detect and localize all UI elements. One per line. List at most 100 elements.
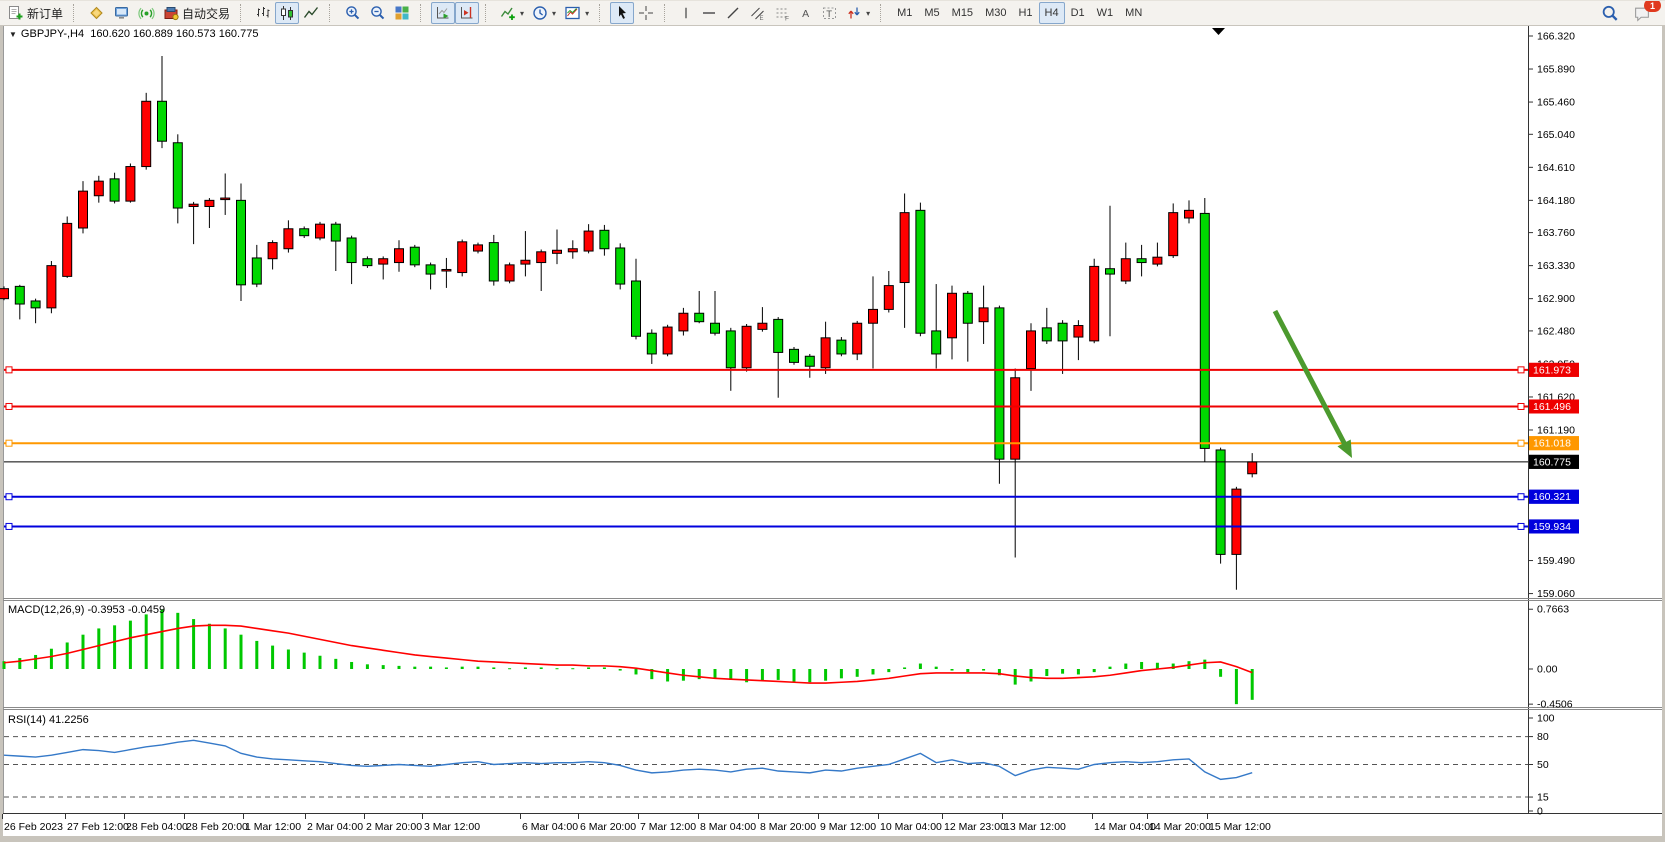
candle-body — [395, 249, 404, 263]
candle-body — [379, 259, 388, 264]
candle-body — [1153, 257, 1162, 264]
level-handle-right[interactable] — [1518, 494, 1524, 500]
market-button[interactable] — [84, 2, 109, 24]
search-icon — [1601, 5, 1619, 22]
candle-body — [632, 281, 641, 336]
equidistant-channel-tool-button[interactable]: E — [745, 2, 770, 24]
timeframe-w1-button[interactable]: W1 — [1091, 2, 1120, 24]
toolbar-separator — [329, 4, 336, 22]
macd-histogram-bar — [887, 669, 890, 672]
candle-body — [79, 191, 88, 228]
templates-button[interactable]: ▾ — [560, 2, 593, 24]
level-handle-right[interactable] — [1518, 367, 1524, 373]
candle-body — [537, 252, 546, 263]
line-chart-mode-button[interactable] — [299, 2, 323, 24]
rsi-axis-label: 15 — [1537, 792, 1549, 804]
tile-windows-button[interactable] — [390, 2, 414, 24]
macd-histogram-bar — [666, 669, 669, 681]
text-label-icon: T — [821, 5, 838, 21]
symbol-dropdown-icon[interactable]: ▼ — [9, 30, 17, 39]
date-axis-label: 10 Mar 04:00 — [880, 821, 942, 833]
macd-histogram-bar — [777, 669, 780, 680]
cursor-tool-button[interactable] — [610, 2, 634, 24]
level-handle-left[interactable] — [6, 523, 12, 529]
crosshair-tool-button[interactable] — [634, 2, 658, 24]
trendline-tool-button[interactable] — [721, 2, 745, 24]
level-handle-left[interactable] — [6, 367, 12, 373]
candle-body — [869, 309, 878, 323]
bar-chart-mode-button[interactable] — [251, 2, 275, 24]
candle-body — [300, 229, 309, 236]
signals-button[interactable] — [134, 2, 159, 24]
date-axis-label: 27 Feb 12:00 — [67, 821, 129, 833]
timeframe-m30-button[interactable]: M30 — [979, 2, 1012, 24]
candle-body — [63, 223, 72, 276]
timeframe-mn-button[interactable]: MN — [1119, 2, 1148, 24]
candle-body — [458, 242, 467, 273]
chart-shift-marker[interactable] — [1212, 28, 1225, 35]
level-handle-right[interactable] — [1518, 523, 1524, 529]
candlestick-icon — [279, 5, 295, 21]
vertical-line-tool-button[interactable] — [675, 2, 697, 24]
timeframe-m1-button[interactable]: M1 — [891, 2, 918, 24]
svg-text:F: F — [785, 16, 789, 22]
arrows-tool-button[interactable]: ▾ — [842, 2, 874, 24]
chart-shift-button[interactable] — [455, 2, 479, 24]
auto-scroll-button[interactable] — [431, 2, 455, 24]
new-order-label: 新订单 — [27, 5, 63, 22]
svg-text:A: A — [802, 8, 809, 20]
zoom-out-button[interactable] — [365, 2, 390, 24]
level-handle-left[interactable] — [6, 440, 12, 446]
horizontal-line-tool-button[interactable] — [697, 2, 721, 24]
rsi-indicator-label: RSI(14) 41.2256 — [8, 714, 89, 726]
macd-histogram-bar — [556, 668, 559, 669]
candlestick-mode-button[interactable] — [275, 2, 299, 24]
macd-histogram-bar — [951, 669, 954, 671]
notifications-button[interactable]: 1 — [1629, 2, 1655, 24]
text-tool-button[interactable]: A — [795, 2, 817, 24]
rsi-axis-label: 50 — [1537, 759, 1549, 771]
timeframe-d1-button[interactable]: D1 — [1065, 2, 1091, 24]
level-handle-left[interactable] — [6, 494, 12, 500]
chart-canvas[interactable]: 161.973161.496161.018160.775160.321159.9… — [0, 1, 1665, 842]
rsi-name: RSI(14) — [8, 714, 46, 726]
bar-chart-icon — [255, 5, 271, 21]
macd-histogram-bar — [287, 650, 290, 670]
trend-arrow-line[interactable] — [1275, 311, 1346, 446]
price-level-badge-text: 161.018 — [1533, 438, 1571, 450]
macd-histogram-bar — [477, 667, 480, 669]
text-label-tool-button[interactable]: T — [817, 2, 842, 24]
timeframe-h4-button[interactable]: H4 — [1039, 2, 1065, 24]
level-handle-left[interactable] — [6, 403, 12, 409]
candle-body — [1200, 213, 1209, 448]
timeframe-h1-button[interactable]: H1 — [1012, 2, 1038, 24]
price-axis-label: 165.040 — [1537, 129, 1575, 141]
svg-text:E: E — [760, 16, 764, 21]
zoom-in-button[interactable] — [340, 2, 365, 24]
macd-signal-line — [4, 625, 1252, 683]
timeframe-m5-button[interactable]: M5 — [918, 2, 945, 24]
new-order-button[interactable]: 新订单 — [4, 2, 67, 24]
macd-histogram-bar — [240, 635, 243, 669]
indicators-button[interactable]: ▾ — [496, 2, 528, 24]
macd-histogram-bar — [176, 613, 179, 669]
autotrading-button[interactable]: 自动交易 — [159, 2, 234, 24]
vps-button[interactable] — [109, 2, 134, 24]
periods-button[interactable]: ▾ — [528, 2, 560, 24]
macd-axis-label: 0.7663 — [1537, 604, 1569, 616]
timeframe-m15-button[interactable]: M15 — [946, 2, 979, 24]
level-handle-right[interactable] — [1518, 403, 1524, 409]
auto-scroll-icon — [435, 5, 451, 21]
macd-histogram-bar — [82, 635, 85, 669]
date-axis-label: 15 Mar 12:00 — [1209, 821, 1271, 833]
date-axis-label: 13 Mar 12:00 — [1004, 821, 1066, 833]
price-axis-label: 164.180 — [1537, 195, 1575, 207]
search-button[interactable] — [1597, 2, 1623, 24]
macd-axis-label: 0.00 — [1537, 664, 1558, 676]
macd-histogram-bar — [761, 669, 764, 681]
candle-body — [142, 101, 151, 166]
fibonacci-tool-button[interactable]: F — [770, 2, 795, 24]
macd-histogram-bar — [413, 667, 416, 669]
macd-histogram-bar — [872, 669, 875, 674]
level-handle-right[interactable] — [1518, 440, 1524, 446]
